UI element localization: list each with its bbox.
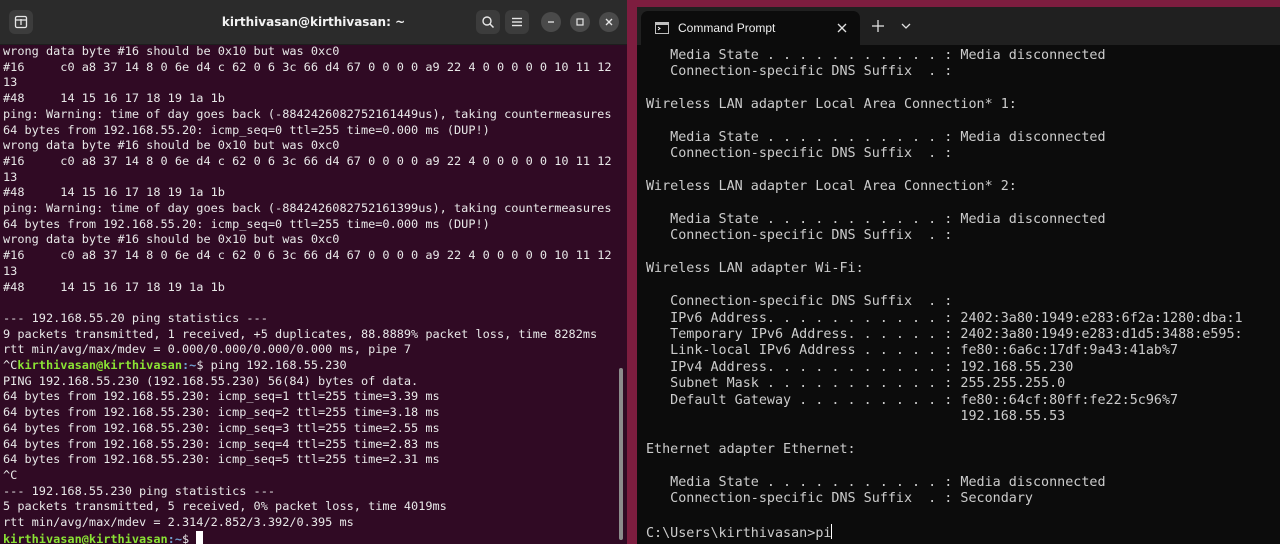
text-cursor	[196, 530, 204, 544]
terminal-line: #16 c0 a8 37 14 8 0 6e d4 c 62 0 6 3c 66…	[3, 59, 612, 74]
output-line: Connection-specific DNS Suffix . :	[646, 146, 953, 162]
terminal-line: 64 bytes from 192.168.55.230: icmp_seq=1…	[3, 389, 440, 404]
terminal-line: wrong data byte #16 should be 0x10 but w…	[3, 232, 340, 247]
close-icon	[605, 18, 613, 26]
output-line: Media State . . . . . . . . . . . : Medi…	[646, 474, 1106, 490]
interrupt-text: ^C	[3, 358, 18, 373]
prompt-user: kirthivasan@kirthivasan	[3, 531, 168, 544]
terminal-line: ping: Warning: time of day goes back (-8…	[3, 106, 612, 121]
scrollbar-thumb[interactable]	[619, 368, 623, 540]
terminal-line: 64 bytes from 192.168.55.230: icmp_seq=4…	[3, 436, 440, 451]
terminal-line: ^C	[3, 467, 18, 482]
output-line: Subnet Mask . . . . . . . . . . . : 255.…	[646, 376, 1066, 392]
terminal-line: #48 14 15 16 17 18 19 1a 1b	[3, 91, 225, 106]
terminal-line: 13	[3, 169, 18, 184]
typed-input: pi	[815, 525, 832, 541]
output-line: Wireless LAN adapter Local Area Connecti…	[646, 97, 1017, 113]
terminal-line: 64 bytes from 192.168.55.230: icmp_seq=3…	[3, 420, 440, 435]
terminal-line: 13	[3, 75, 18, 90]
output-line: Ethernet adapter Ethernet:	[646, 441, 856, 457]
close-button[interactable]	[599, 12, 619, 32]
close-icon[interactable]	[835, 21, 849, 35]
terminal-line: 5 packets transmitted, 5 received, 0% pa…	[3, 499, 447, 514]
output-line: Default Gateway . . . . . . . . . : fe80…	[646, 392, 1179, 408]
terminal-line: 64 bytes from 192.168.55.20: icmp_seq=0 …	[3, 216, 490, 231]
window-title: kirthivasan@kirthivasan: ~	[221, 15, 406, 29]
terminal-line: --- 192.168.55.20 ping statistics ---	[3, 310, 268, 325]
command-text: $ ping 192.168.55.230	[196, 358, 347, 373]
terminal-line: wrong data byte #16 should be 0x10 but w…	[3, 138, 340, 153]
terminal-line: 64 bytes from 192.168.55.230: icmp_seq=5…	[3, 452, 440, 467]
search-button[interactable]	[476, 10, 500, 34]
tab-command-prompt[interactable]: Command Prompt	[641, 11, 860, 45]
terminal-line: rtt min/avg/max/mdev = 0.000/0.000/0.000…	[3, 342, 412, 357]
terminal-output[interactable]: wrong data byte #16 should be 0x10 but w…	[3, 44, 613, 544]
terminal-line: ping: Warning: time of day goes back (-8…	[3, 201, 612, 216]
prompt-user: kirthivasan@kirthivasan	[17, 358, 182, 373]
terminal-line: wrong data byte #16 should be 0x10 but w…	[3, 44, 340, 58]
command-prompt-line: C:\Users\kirthivasan>pi	[646, 523, 1280, 542]
output-line: Wireless LAN adapter Local Area Connecti…	[646, 179, 1017, 195]
text-cursor	[831, 523, 833, 539]
output-line: Connection-specific DNS Suffix . : Secon…	[646, 490, 1033, 506]
minimize-icon	[548, 21, 554, 23]
prompt-text: C:\Users\kirthivasan>	[646, 525, 816, 541]
terminal-line: 64 bytes from 192.168.55.20: icmp_seq=0 …	[3, 122, 490, 137]
prompt-path: :~	[167, 531, 182, 544]
terminal-line: 64 bytes from 192.168.55.230: icmp_seq=2…	[3, 405, 440, 420]
menu-button[interactable]	[505, 10, 529, 34]
terminal-line: rtt min/avg/max/mdev = 2.314/2.852/3.392…	[3, 515, 354, 530]
output-line: Temporary IPv6 Address. . . . . . : 2402…	[646, 326, 1243, 342]
title-bar: kirthivasan@kirthivasan: ~	[0, 0, 627, 45]
minimize-button[interactable]	[541, 12, 561, 32]
output-line: Connection-specific DNS Suffix . :	[646, 294, 953, 310]
shell-prompt-line: kirthivasan@kirthivasan:~$	[3, 530, 613, 544]
hamburger-menu-icon	[512, 17, 522, 27]
terminal-line: #16 c0 a8 37 14 8 0 6e d4 c 62 0 6 3c 66…	[3, 153, 612, 168]
terminal-line: --- 192.168.55.230 ping statistics ---	[3, 483, 276, 498]
output-line: Wireless LAN adapter Wi-Fi:	[646, 261, 864, 277]
plus-icon[interactable]	[871, 19, 885, 33]
prompt-path: :~	[181, 358, 197, 373]
terminal-line: #48 14 15 16 17 18 19 1a 1b	[3, 279, 225, 294]
output-line: Media State . . . . . . . . . . . : Medi…	[646, 130, 1106, 146]
ubuntu-terminal-window: kirthivasan@kirthivasan: ~ wrong data by…	[0, 0, 627, 544]
search-icon	[482, 16, 495, 29]
command-prompt-output[interactable]: Media State . . . . . . . . . . . : Medi…	[646, 48, 1280, 544]
terminal-line: #48 14 15 16 17 18 19 1a 1b	[3, 185, 225, 200]
output-line: IPv4 Address. . . . . . . . . . . : 192.…	[646, 359, 1074, 375]
terminal-line: #16 c0 a8 37 14 8 0 6e d4 c 62 0 6 3c 66…	[3, 248, 612, 263]
chevron-down-icon[interactable]	[901, 22, 911, 30]
terminal-line: PING 192.168.55.230 (192.168.55.230) 56(…	[3, 373, 419, 388]
shell-prompt-line: ^Ckirthivasan@kirthivasan:~$ ping 192.16…	[3, 358, 613, 374]
output-line: IPv6 Address. . . . . . . . . . . : 2402…	[646, 310, 1243, 326]
output-line: Connection-specific DNS Suffix . :	[646, 228, 953, 244]
output-line: Connection-specific DNS Suffix . :	[646, 64, 953, 80]
tab-title: Command Prompt	[678, 21, 776, 35]
windows-terminal-window: Command Prompt Media State . . . . . . .…	[637, 7, 1280, 544]
command-text: $	[181, 531, 197, 544]
output-line: Media State . . . . . . . . . . . : Medi…	[646, 48, 1106, 63]
output-line: Link-local IPv6 Address . . . . . : fe80…	[646, 343, 1179, 359]
tab-strip: Command Prompt	[637, 7, 1280, 45]
maximize-button[interactable]	[570, 12, 590, 32]
terminal-line: 13	[3, 263, 18, 278]
output-line: Media State . . . . . . . . . . . : Medi…	[646, 212, 1106, 228]
command-prompt-icon	[655, 22, 669, 34]
maximize-icon	[576, 18, 584, 26]
terminal-line: 9 packets transmitted, 1 received, +5 du…	[3, 326, 598, 341]
output-line: 192.168.55.53	[646, 408, 1066, 424]
